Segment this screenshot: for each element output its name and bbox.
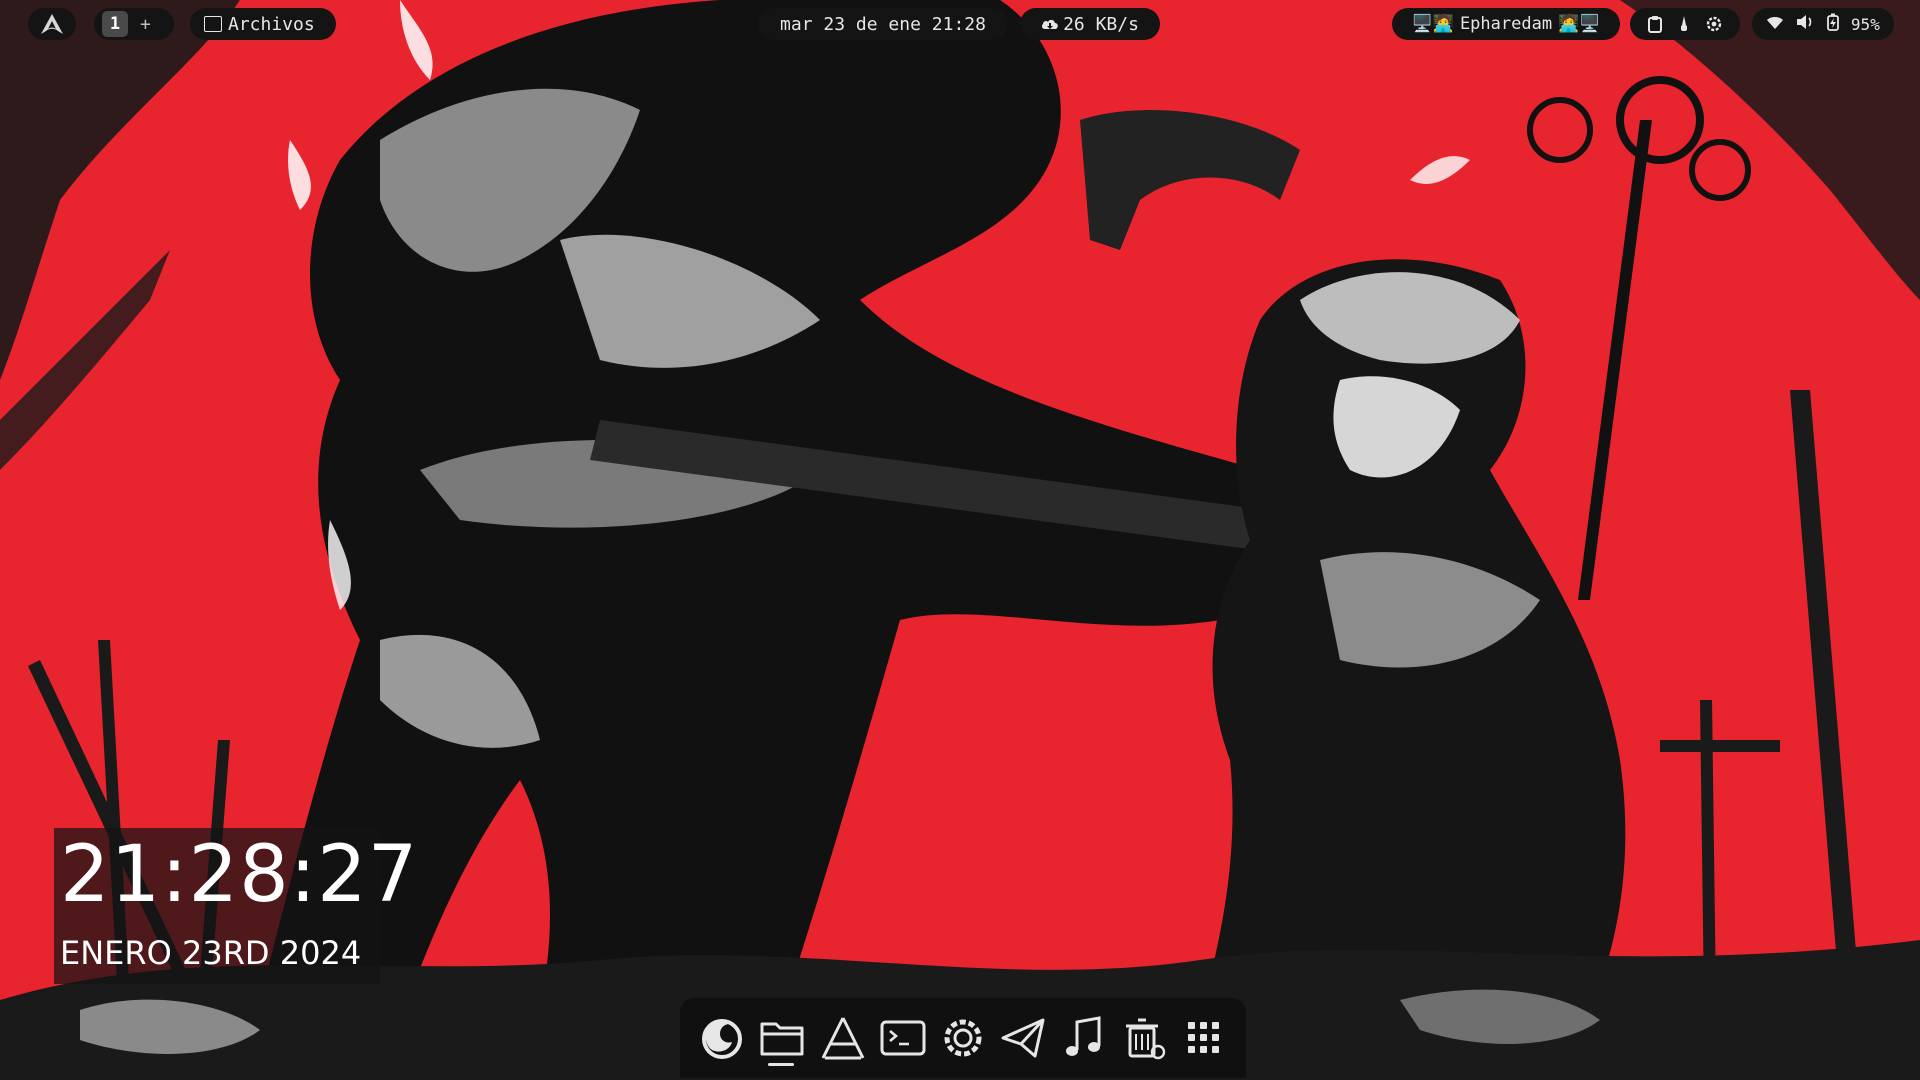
- widget-time: 21:28:27: [60, 830, 419, 920]
- files-label: Archivos: [228, 13, 315, 35]
- dock-arch-software[interactable]: [817, 1010, 869, 1066]
- dock-app-grid[interactable]: [1178, 1010, 1230, 1066]
- user-left-emoji: 🖥️🧑‍💻: [1411, 14, 1454, 34]
- dock: [680, 998, 1246, 1078]
- app-grid-icon: [1187, 1022, 1219, 1053]
- files-button[interactable]: Archivos: [190, 8, 336, 40]
- battery-icon: [1826, 13, 1839, 35]
- folder-icon: [760, 1022, 804, 1056]
- network-speed-label: 26 KB/s: [1063, 13, 1139, 35]
- datetime-button[interactable]: mar 23 de ene 21:28: [758, 8, 1008, 40]
- dock-trash[interactable]: [1118, 1010, 1170, 1066]
- dock-settings[interactable]: [937, 1010, 989, 1066]
- music-icon: [1066, 1016, 1101, 1056]
- settings-icon: [944, 1019, 982, 1057]
- network-speed: 26 KB/s: [1020, 8, 1160, 40]
- workspace-switcher: 1 +: [94, 8, 174, 40]
- telegram-icon: [1001, 1018, 1045, 1058]
- arch-linux-icon: [41, 14, 63, 34]
- user-right-emoji: 🧑‍💻🖥️: [1558, 14, 1601, 34]
- gear-icon[interactable]: [1705, 15, 1723, 33]
- terminal-icon: [880, 1020, 926, 1056]
- brush-icon[interactable]: [1678, 15, 1690, 33]
- dock-files[interactable]: [756, 1010, 808, 1066]
- system-tray: [1630, 8, 1740, 40]
- dock-music[interactable]: [1057, 1010, 1109, 1066]
- datetime-label: mar 23 de ene 21:28: [780, 13, 986, 35]
- add-workspace-button[interactable]: +: [140, 14, 151, 35]
- download-cloud-icon: [1042, 19, 1058, 29]
- desktop-clock-widget: 21:28:27 ENERO 23RD 2024: [54, 828, 417, 984]
- folder-icon: [204, 16, 222, 32]
- wifi-icon: [1766, 15, 1784, 34]
- app-launcher-button[interactable]: [28, 8, 76, 40]
- dock-firefox[interactable]: [696, 1010, 748, 1066]
- volume-icon: [1796, 14, 1814, 34]
- user-menu-button[interactable]: 🖥️🧑‍💻 Epharedam 🧑‍💻🖥️: [1392, 8, 1620, 40]
- user-name-label: Epharedam: [1459, 14, 1553, 34]
- system-status-menu[interactable]: 95%: [1752, 8, 1894, 40]
- trash-icon: [1125, 1018, 1165, 1060]
- arch-linux-icon: [821, 1017, 864, 1060]
- clipboard-icon[interactable]: [1647, 15, 1663, 33]
- battery-percentage: 95%: [1850, 14, 1880, 34]
- dock-terminal[interactable]: [877, 1010, 929, 1066]
- firefox-icon: [702, 1019, 743, 1059]
- widget-date: ENERO 23RD 2024: [60, 934, 362, 972]
- workspace-1-button[interactable]: 1: [102, 11, 128, 37]
- dock-telegram[interactable]: [997, 1010, 1049, 1066]
